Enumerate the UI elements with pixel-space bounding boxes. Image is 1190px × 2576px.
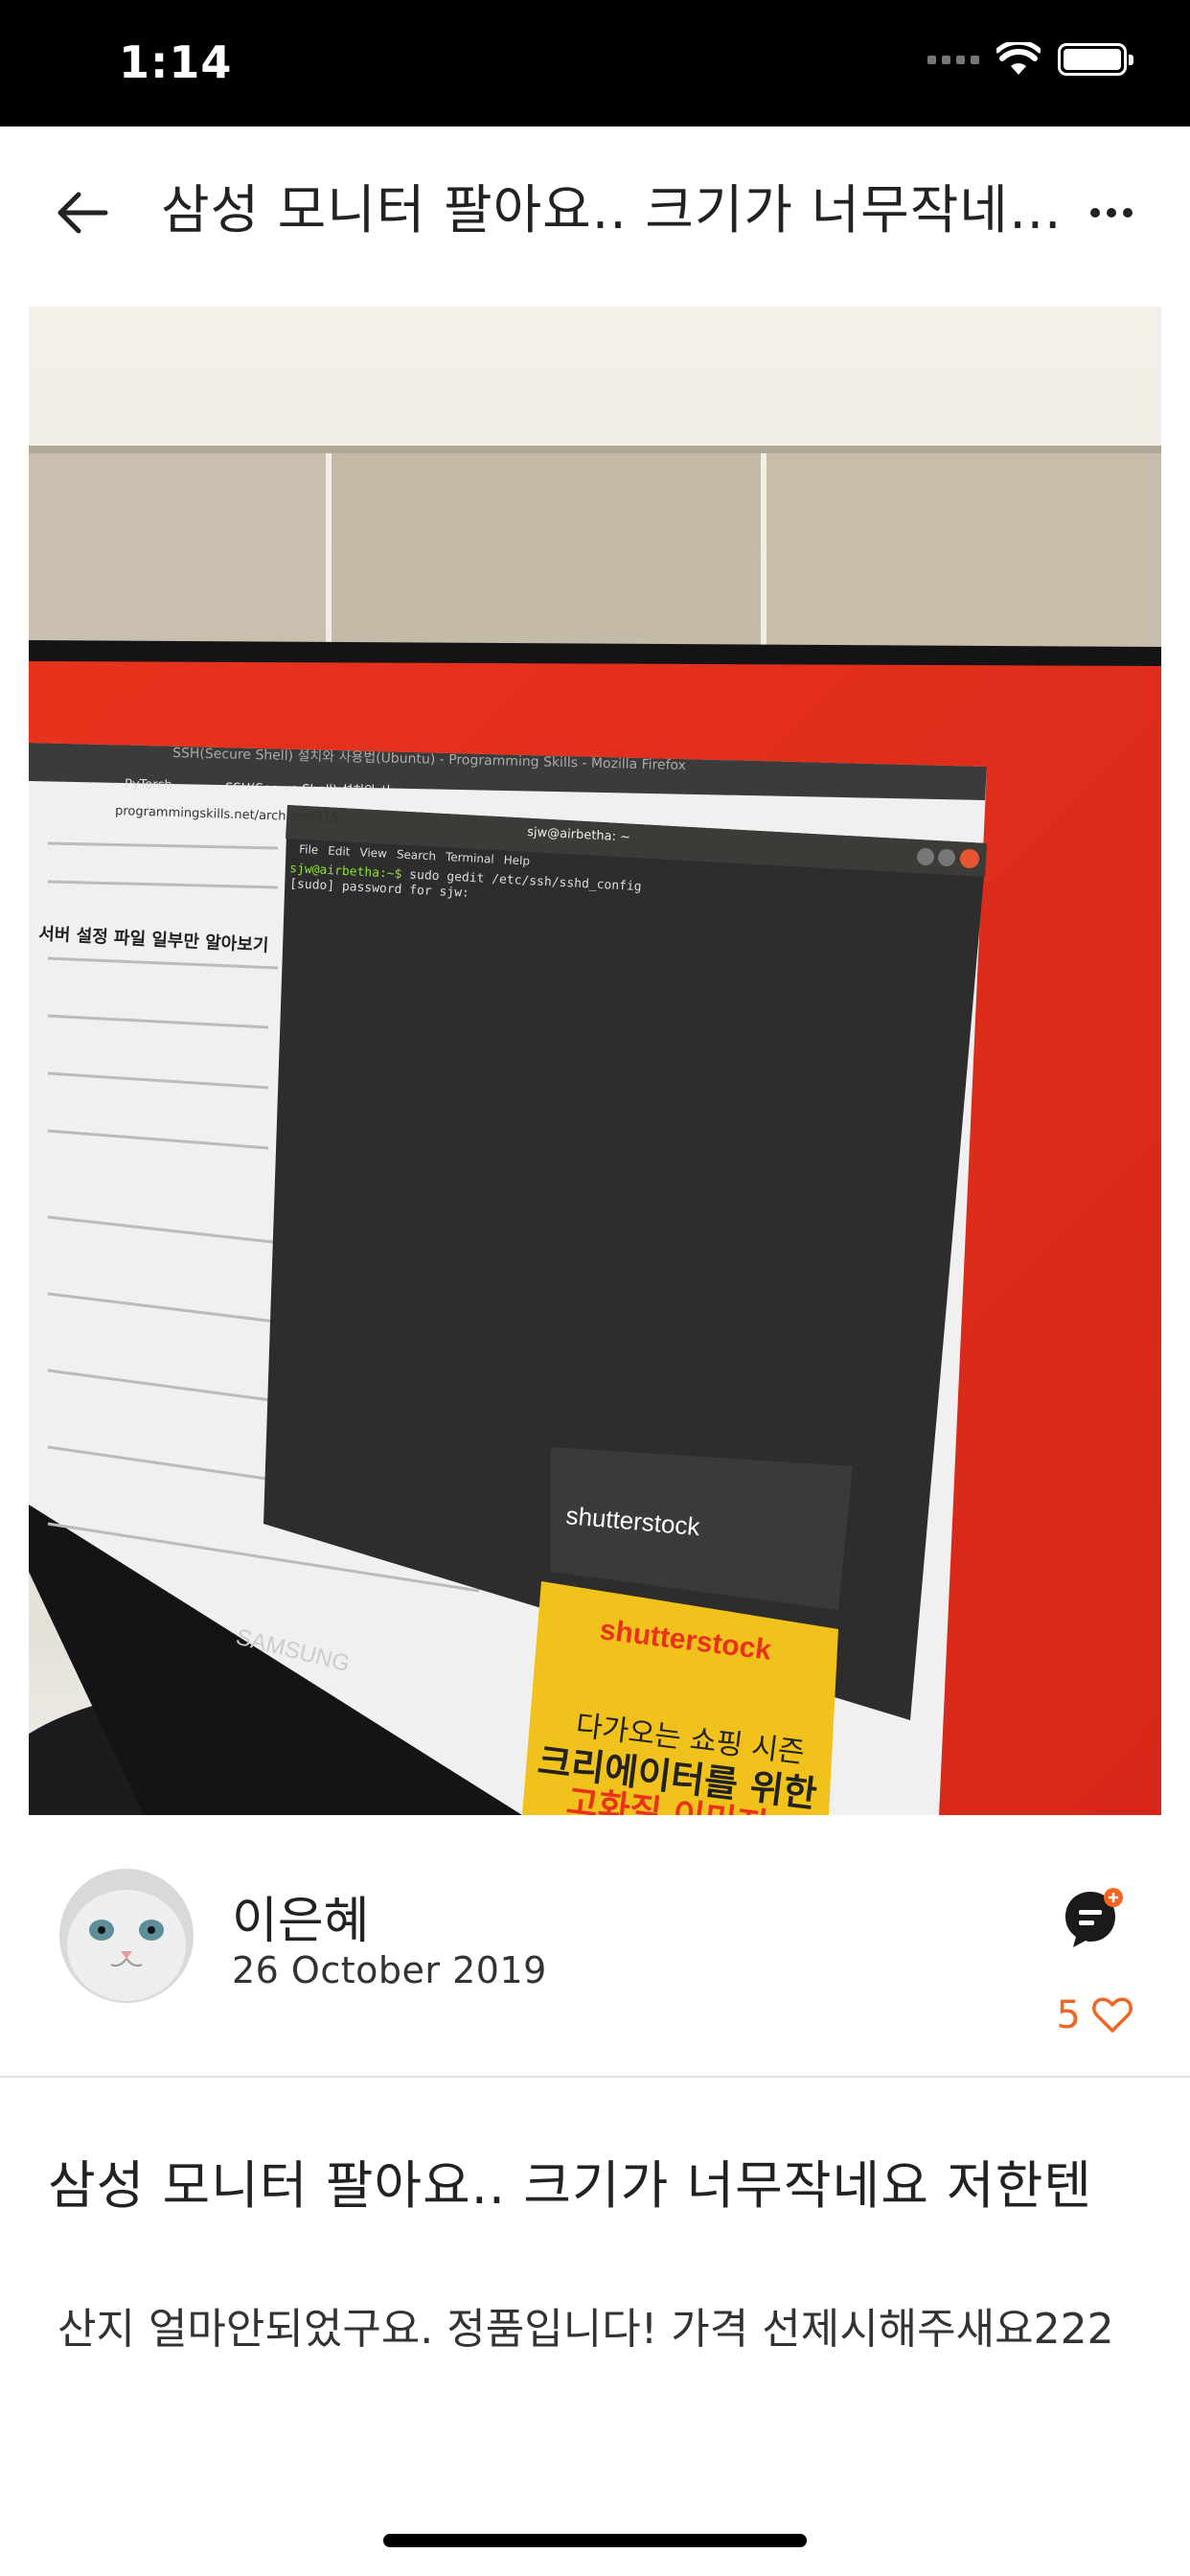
cellular-signal-icon	[927, 55, 979, 64]
battery-icon	[1058, 43, 1133, 76]
monitor-photo: SAMSUNG SSH(Secure Shell) 설치와 사용법(Ubuntu…	[29, 307, 1161, 1815]
more-options-button[interactable]	[1073, 174, 1150, 251]
status-bar: 1:14	[0, 0, 1190, 126]
home-indicator[interactable]	[383, 2534, 807, 2547]
like-count: 5	[1056, 1993, 1081, 2037]
post-date: 26 October 2019	[232, 1949, 547, 1991]
top-bar: 삼성 모니터 팔아요.. 크기가 너무작네요 저한텐	[0, 126, 1190, 289]
heart-outline-icon[interactable]	[1092, 1997, 1133, 2034]
author-row: 이은혜 26 October 2019 5	[0, 1850, 1190, 2076]
page-title: 삼성 모니터 팔아요.. 크기가 너무작네요 저한텐	[161, 179, 1062, 241]
status-time: 1:14	[119, 36, 233, 88]
author-name[interactable]: 이은혜	[232, 1880, 370, 1952]
post-body: 산지 얼마안되었구요. 정품입니다! 가격 선제시해주새요222	[57, 2305, 1114, 2354]
post-title: 삼성 모니터 팔아요.. 크기가 너무작네요 저한텐	[48, 2155, 1093, 2216]
ellipsis-icon	[1090, 208, 1100, 218]
status-indicators	[927, 42, 1133, 77]
post-photo[interactable]: SAMSUNG SSH(Secure Shell) 설치와 사용법(Ubuntu…	[29, 307, 1161, 1815]
chat-button[interactable]	[1060, 1884, 1129, 1953]
wifi-icon	[996, 42, 1041, 75]
like-counter[interactable]: 5	[1057, 1993, 1133, 2037]
cat-avatar-icon	[59, 1869, 194, 2003]
divider	[0, 2076, 1190, 2078]
back-button[interactable]	[44, 174, 121, 251]
avatar[interactable]	[59, 1869, 194, 2003]
arrow-left-icon	[57, 192, 108, 234]
chat-bubble-icon	[1065, 1888, 1123, 1947]
browser-tab: PyTorch	[125, 777, 172, 793]
